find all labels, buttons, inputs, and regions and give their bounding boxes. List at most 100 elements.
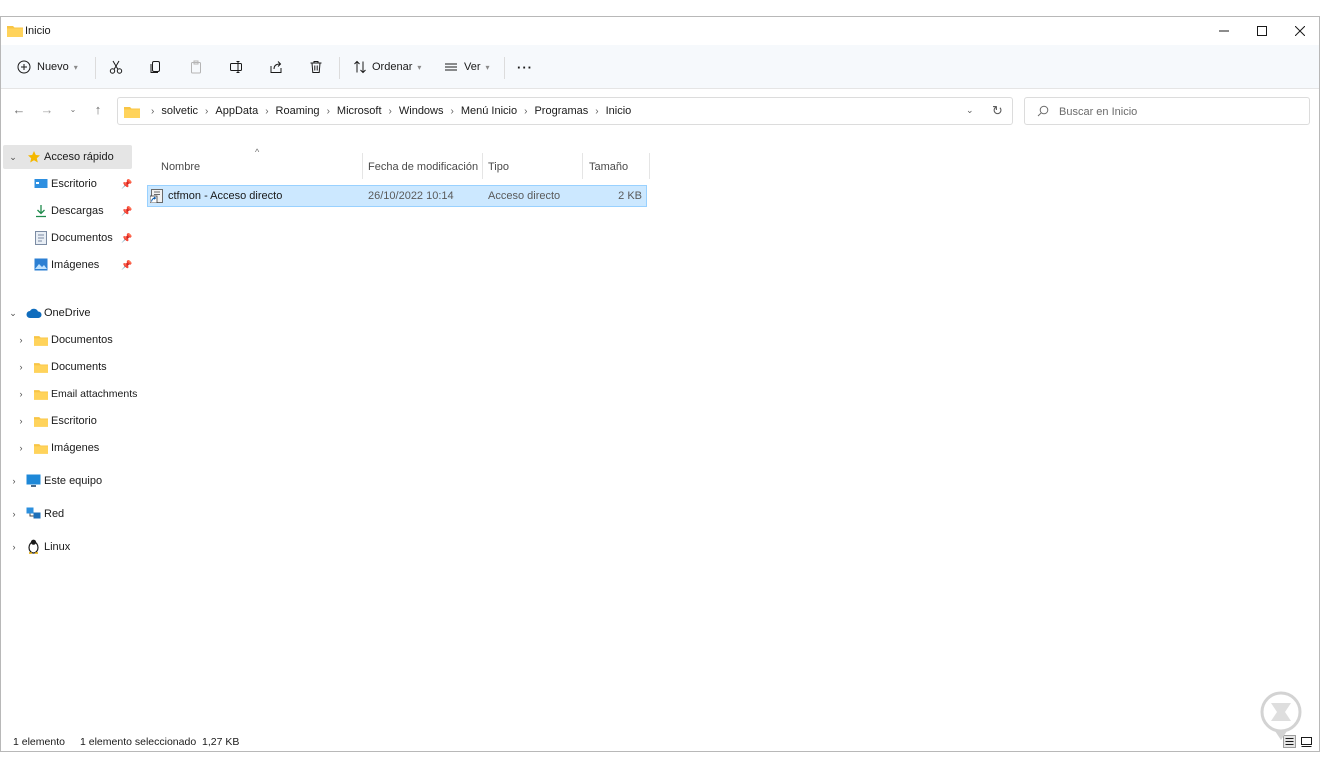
- back-button[interactable]: ←: [11, 101, 27, 117]
- breadcrumb: › solvetic › AppData › Roaming › Microsoft › Wind…: [144, 105, 631, 117]
- paste-button[interactable]: [189, 55, 203, 79]
- breadcrumb-separator[interactable]: ›: [451, 106, 454, 117]
- toolbar-divider: [504, 57, 505, 79]
- sidebar-item-this-pc[interactable]: › Este equipo: [3, 469, 132, 493]
- window-title: Inicio: [25, 25, 51, 37]
- sidebar-item-label: Este equipo: [44, 475, 103, 487]
- breadcrumb-item[interactable]: Windows: [399, 105, 444, 117]
- pin-icon: 📌: [121, 205, 133, 216]
- new-label: Nuevo: [37, 61, 69, 73]
- chevron-right-icon: ›: [19, 443, 23, 453]
- breadcrumb-separator[interactable]: ›: [151, 106, 154, 117]
- address-history-button[interactable]: ⌄: [966, 105, 974, 116]
- folder-icon: [34, 363, 48, 373]
- sort-ascending-icon: ^: [255, 147, 260, 157]
- view-list-icon: [445, 63, 457, 71]
- chevron-right-icon: ›: [12, 476, 16, 486]
- column-header-size[interactable]: Tamaño: [589, 155, 628, 179]
- address-bar[interactable]: › solvetic › AppData › Roaming › Microsoft › Wind…: [117, 97, 1013, 125]
- sidebar-item-onedrive[interactable]: ⌄ OneDrive: [3, 301, 132, 325]
- chevron-down-icon: ⌄: [9, 151, 17, 162]
- column-header-type[interactable]: Tipo: [488, 155, 509, 179]
- breadcrumb-item[interactable]: AppData: [215, 105, 258, 117]
- sidebar-item-label: Linux: [44, 541, 71, 553]
- column-divider[interactable]: [582, 153, 583, 179]
- recent-locations-button[interactable]: ⌄: [65, 101, 81, 117]
- cloud-icon: [26, 308, 42, 318]
- view-label: Ver: [464, 61, 481, 73]
- breadcrumb-item[interactable]: Microsoft: [337, 105, 382, 117]
- arrow-up-icon: ↑: [94, 101, 102, 117]
- breadcrumb-item[interactable]: Inicio: [606, 105, 632, 117]
- copy-icon: [150, 61, 160, 73]
- forward-button[interactable]: →: [39, 101, 55, 117]
- breadcrumb-separator[interactable]: ›: [327, 106, 330, 117]
- column-divider[interactable]: [362, 153, 363, 179]
- column-header-name[interactable]: Nombre: [161, 155, 200, 179]
- sidebar-item-onedrive-imagenes[interactable]: › Imágenes: [3, 436, 132, 460]
- share-icon: [270, 61, 282, 73]
- breadcrumb-separator[interactable]: ›: [205, 106, 208, 117]
- toolbar-divider: [339, 57, 340, 79]
- delete-icon: [310, 61, 322, 73]
- close-button[interactable]: [1281, 17, 1319, 45]
- sidebar-item-escritorio[interactable]: Escritorio 📌: [3, 172, 132, 196]
- sort-button[interactable]: Ordenar ▾: [353, 55, 421, 79]
- search-box[interactable]: Buscar en Inicio: [1024, 97, 1310, 125]
- sidebar-item-onedrive-documentos[interactable]: › Documentos: [3, 328, 132, 352]
- rename-button[interactable]: [229, 55, 243, 79]
- up-button[interactable]: ↑: [90, 101, 106, 117]
- breadcrumb-item[interactable]: Programas: [534, 105, 588, 117]
- sidebar-item-descargas[interactable]: Descargas 📌: [3, 199, 132, 223]
- chevron-right-icon: ›: [12, 509, 16, 519]
- sidebar-item-onedrive-escritorio[interactable]: › Escritorio: [3, 409, 132, 433]
- sidebar-item-documentos[interactable]: Documentos 📌: [3, 226, 132, 250]
- sidebar-item-email-attachments[interactable]: › Email attachments: [3, 382, 138, 406]
- breadcrumb-separator[interactable]: ›: [265, 106, 268, 117]
- copy-button[interactable]: [149, 55, 163, 79]
- chevron-right-icon: ›: [19, 362, 23, 372]
- folder-icon: [34, 417, 48, 427]
- column-header-modified[interactable]: Fecha de modificación: [368, 155, 478, 179]
- refresh-icon: ↻: [992, 103, 1003, 118]
- more-options-button[interactable]: ···: [517, 55, 533, 79]
- item-count: 1 elemento: [13, 736, 65, 748]
- arrow-right-icon: →: [40, 101, 54, 117]
- folder-icon: [34, 444, 48, 454]
- desktop-icon: [34, 179, 48, 188]
- breadcrumb-separator[interactable]: ›: [389, 106, 392, 117]
- breadcrumb-item[interactable]: Roaming: [276, 105, 320, 117]
- sidebar-item-linux[interactable]: › Linux: [3, 535, 132, 559]
- share-button[interactable]: [269, 55, 283, 79]
- sidebar-item-quick-access[interactable]: ⌄ Acceso rápido: [3, 145, 132, 169]
- cut-icon: [109, 60, 123, 74]
- breadcrumb-item[interactable]: Menú Inicio: [461, 105, 517, 117]
- plus-circle-icon: [17, 60, 31, 74]
- chevron-right-icon: ›: [19, 389, 23, 399]
- minimize-button[interactable]: [1205, 17, 1243, 45]
- cut-button[interactable]: [109, 55, 123, 79]
- delete-button[interactable]: [309, 55, 323, 79]
- column-divider[interactable]: [482, 153, 483, 179]
- folder-icon: [124, 107, 140, 118]
- chevron-right-icon: ›: [19, 416, 23, 426]
- breadcrumb-separator[interactable]: ›: [524, 106, 527, 117]
- sidebar-item-label: Red: [44, 508, 65, 520]
- sidebar-item-imagenes[interactable]: Imágenes 📌: [3, 253, 132, 277]
- file-size: 2 KB: [618, 190, 642, 202]
- table-row[interactable]: ctfmon - Acceso directo 26/10/2022 10:14…: [147, 185, 647, 207]
- sort-icon: [354, 60, 366, 74]
- view-button[interactable]: Ver ▾: [444, 55, 490, 79]
- new-button[interactable]: Nuevo ▾: [17, 55, 78, 79]
- refresh-button[interactable]: ↻: [992, 103, 1003, 119]
- chevron-right-icon: ›: [12, 542, 16, 552]
- sidebar-item-network[interactable]: › Red: [3, 502, 132, 526]
- column-divider[interactable]: [649, 153, 650, 179]
- computer-icon: [26, 474, 41, 487]
- maximize-button[interactable]: [1243, 17, 1281, 45]
- breadcrumb-separator[interactable]: ›: [595, 106, 598, 117]
- download-icon: [36, 205, 46, 218]
- sidebar-item-onedrive-documents[interactable]: › Documents: [3, 355, 132, 379]
- pin-icon: 📌: [121, 259, 133, 270]
- breadcrumb-item[interactable]: solvetic: [161, 105, 198, 117]
